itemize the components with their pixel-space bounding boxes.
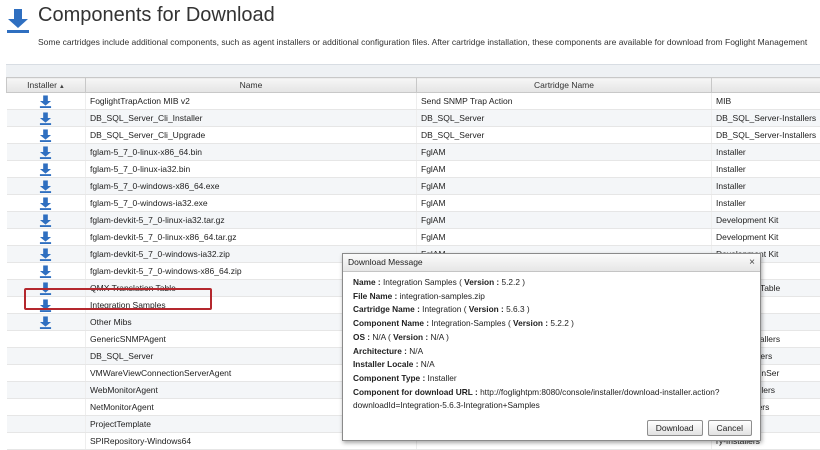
- type-cell: DB_SQL_Server-Installers: [712, 110, 820, 127]
- page-description: Some cartridges include additional compo…: [38, 37, 807, 47]
- cartridge-cell: FglAM: [417, 178, 712, 195]
- name-line: Name : Integration Samples ( Version : 5…: [353, 276, 753, 290]
- dialog-buttons: Download Cancel: [642, 418, 752, 436]
- download-icon[interactable]: [39, 180, 52, 190]
- name-cell: DB_SQL_Server_Cli_Upgrade: [86, 127, 417, 144]
- sort-ascending-icon: ▲: [59, 84, 65, 90]
- type-cell: Development Kit: [712, 229, 820, 246]
- download-message-dialog: Download Message × Name : Integration Sa…: [342, 253, 761, 441]
- name-cell: fglam-5_7_0-linux-ia32.bin: [86, 161, 417, 178]
- file-name-line: File Name : integration-samples.zip: [353, 290, 753, 304]
- download-url-continued: downloadId=Integration-5.6.3-Integration…: [353, 399, 753, 413]
- cartridge-cell: DB_SQL_Server: [417, 127, 712, 144]
- installer-cell[interactable]: [7, 127, 86, 144]
- download-icon[interactable]: [39, 214, 52, 224]
- highlight-box: [24, 288, 212, 310]
- installer-cell[interactable]: [7, 229, 86, 246]
- type-cell: DB_SQL_Server-Installers: [712, 127, 820, 144]
- name-cell: fglam-5_7_0-windows-x86_64.exe: [86, 178, 417, 195]
- type-cell: MIB: [712, 93, 820, 110]
- table-row[interactable]: DB_SQL_Server_Cli_UpgradeDB_SQL_ServerDB…: [7, 127, 820, 144]
- column-header-name[interactable]: Name: [86, 78, 417, 93]
- installer-cell[interactable]: [7, 110, 86, 127]
- table-row[interactable]: fglam-5_7_0-linux-x86_64.binFglAMInstall…: [7, 144, 820, 161]
- name-cell: FoglightTrapAction MIB v2: [86, 93, 417, 110]
- download-icon[interactable]: [39, 316, 52, 326]
- download-button[interactable]: Download: [647, 420, 703, 436]
- type-cell: Installer: [712, 178, 820, 195]
- name-cell: fglam-5_7_0-windows-ia32.exe: [86, 195, 417, 212]
- installer-cell[interactable]: [7, 263, 86, 280]
- cancel-button[interactable]: Cancel: [708, 420, 752, 436]
- page-header: Components for Download Some cartridges …: [0, 0, 820, 60]
- os-line: OS : N/A ( Version : N/A ): [353, 331, 753, 345]
- table-row[interactable]: FoglightTrapAction MIB v2Send SNMP Trap …: [7, 93, 820, 110]
- grid-toolbar: [6, 64, 820, 77]
- cartridge-cell: FglAM: [417, 144, 712, 161]
- download-icon[interactable]: [39, 231, 52, 241]
- download-icon[interactable]: [39, 163, 52, 173]
- download-icon[interactable]: [39, 112, 52, 122]
- installer-cell: [7, 348, 86, 365]
- dialog-title: Download Message: [348, 257, 423, 267]
- installer-cell[interactable]: [7, 195, 86, 212]
- type-cell: Installer: [712, 195, 820, 212]
- name-cell: fglam-5_7_0-linux-x86_64.bin: [86, 144, 417, 161]
- download-icon: [6, 8, 30, 34]
- dialog-body: Name : Integration Samples ( Version : 5…: [353, 276, 753, 413]
- cartridge-cell: FglAM: [417, 229, 712, 246]
- installer-cell: [7, 433, 86, 450]
- column-header-type[interactable]: [712, 78, 820, 93]
- dialog-titlebar: Download Message ×: [343, 254, 760, 272]
- table-row[interactable]: fglam-devkit-5_7_0-linux-x86_64.tar.gzFg…: [7, 229, 820, 246]
- column-header-installer[interactable]: Installer▲: [7, 78, 86, 93]
- cartridge-cell: DB_SQL_Server: [417, 110, 712, 127]
- architecture-line: Architecture : N/A: [353, 345, 753, 359]
- installer-cell[interactable]: [7, 178, 86, 195]
- download-icon[interactable]: [39, 95, 52, 105]
- installer-cell[interactable]: [7, 161, 86, 178]
- cartridge-cell: FglAM: [417, 195, 712, 212]
- name-cell: fglam-devkit-5_7_0-linux-x86_64.tar.gz: [86, 229, 417, 246]
- installer-locale-line: Installer Locale : N/A: [353, 358, 753, 372]
- table-row[interactable]: fglam-5_7_0-windows-ia32.exeFglAMInstall…: [7, 195, 820, 212]
- cartridge-cell: FglAM: [417, 212, 712, 229]
- name-cell: DB_SQL_Server_Cli_Installer: [86, 110, 417, 127]
- type-cell: Development Kit: [712, 212, 820, 229]
- type-cell: Installer: [712, 144, 820, 161]
- download-icon[interactable]: [39, 265, 52, 275]
- installer-cell: [7, 331, 86, 348]
- download-icon[interactable]: [39, 129, 52, 139]
- table-header-row: Installer▲ Name Cartridge Name: [7, 78, 820, 93]
- installer-cell: [7, 416, 86, 433]
- table-row[interactable]: DB_SQL_Server_Cli_InstallerDB_SQL_Server…: [7, 110, 820, 127]
- table-row[interactable]: fglam-devkit-5_7_0-linux-ia32.tar.gzFglA…: [7, 212, 820, 229]
- download-url-line: Component for download URL : http://fogl…: [353, 386, 753, 400]
- page-title: Components for Download: [38, 4, 275, 27]
- installer-cell[interactable]: [7, 93, 86, 110]
- download-icon[interactable]: [39, 248, 52, 258]
- table-row[interactable]: fglam-5_7_0-windows-x86_64.exeFglAMInsta…: [7, 178, 820, 195]
- installer-cell: [7, 382, 86, 399]
- component-type-line: Component Type : Installer: [353, 372, 753, 386]
- download-icon[interactable]: [39, 146, 52, 156]
- cartridge-cell: FglAM: [417, 161, 712, 178]
- download-icon[interactable]: [39, 197, 52, 207]
- cartridge-cell: Send SNMP Trap Action: [417, 93, 712, 110]
- cartridge-name-line: Cartridge Name : Integration ( Version :…: [353, 303, 753, 317]
- column-header-cartridge[interactable]: Cartridge Name: [417, 78, 712, 93]
- installer-cell: [7, 365, 86, 382]
- close-icon[interactable]: ×: [749, 254, 755, 271]
- component-name-line: Component Name : Integration-Samples ( V…: [353, 317, 753, 331]
- installer-cell[interactable]: [7, 314, 86, 331]
- name-cell: fglam-devkit-5_7_0-linux-ia32.tar.gz: [86, 212, 417, 229]
- installer-cell[interactable]: [7, 144, 86, 161]
- table-row[interactable]: fglam-5_7_0-linux-ia32.binFglAMInstaller: [7, 161, 820, 178]
- type-cell: Installer: [712, 161, 820, 178]
- installer-cell[interactable]: [7, 246, 86, 263]
- installer-cell[interactable]: [7, 212, 86, 229]
- installer-cell: [7, 399, 86, 416]
